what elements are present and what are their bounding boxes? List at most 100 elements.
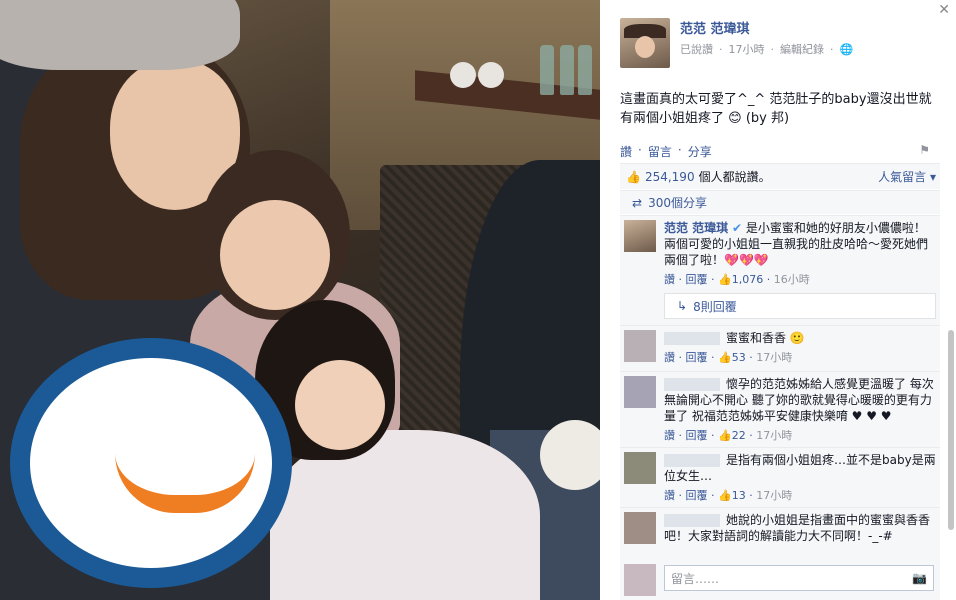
comment-like-button[interactable]: 讚 [664, 351, 675, 364]
comment-reply-button[interactable]: 回覆 [686, 273, 708, 286]
photo-cup [450, 62, 476, 88]
thumbs-up-icon: 👍 [718, 429, 732, 442]
action-sep: · [638, 143, 642, 157]
commenter-name-blurred[interactable] [664, 454, 720, 467]
commenter-avatar[interactable] [624, 376, 656, 408]
comment-reply-button[interactable]: 回覆 [686, 489, 708, 502]
flag-icon[interactable]: ⚑ [919, 143, 930, 157]
smiley-cover-sticker [10, 338, 292, 588]
commenter-name-blurred[interactable] [664, 378, 720, 391]
post-photo[interactable] [0, 0, 600, 600]
comment-item: 懷孕的范范姊姊給人感覺更溫暖了 每次無論開心不開心 聽了妳的歌就覺得心暖暖的更有… [620, 371, 940, 447]
photo-hat [0, 0, 240, 70]
photo-child1-face [220, 200, 330, 310]
comment-text: 蜜蜜和香香 🙂 [726, 331, 805, 345]
comment-body: 她說的小姐姐是指畫面中的蜜蜜與香香吧！大家對語詞的解讀能力大不同啊！-_-# [664, 512, 936, 544]
commenter-avatar[interactable] [624, 452, 656, 484]
likes-count[interactable]: 254,190 [645, 170, 695, 184]
commenter-name[interactable]: 范范 范瑋琪 [664, 221, 728, 235]
photo-bottle [560, 45, 574, 95]
comment-reply-button[interactable]: 回覆 [686, 351, 708, 364]
comment-composer: 留言…… 📷 [620, 560, 940, 600]
comment-likes-count[interactable]: 13 [732, 489, 746, 502]
comment-like-button[interactable]: 讚 [664, 429, 675, 442]
like-button[interactable]: 讚 [620, 143, 632, 160]
thumbs-up-icon: 👍 [718, 489, 732, 502]
comment-meta: 讚 · 回覆 · 👍22 · 17小時 [664, 429, 793, 442]
comment-body: 是指有兩個小姐姐疼…並不是baby是兩位女生… [664, 452, 936, 484]
comment-input-placeholder: 留言…… [671, 571, 720, 586]
post-time[interactable]: 17小時 [729, 43, 765, 56]
comment-button[interactable]: 留言 [648, 143, 672, 160]
post-text: 這畫面真的太可愛了^_^ 范范肚子的baby還沒出世就有兩個小姐姐疼了 😊 (b… [620, 92, 932, 126]
commenter-name-blurred[interactable] [664, 332, 720, 345]
comment-item: 她說的小姐姐是指畫面中的蜜蜜與香香吧！大家對語詞的解讀能力大不同啊！-_-# [620, 507, 940, 553]
meta-sep: · [830, 43, 834, 56]
action-sep: · [677, 143, 682, 157]
comment-meta: 讚 · 回覆 · 👍53 · 17小時 [664, 351, 793, 364]
commenter-name-blurred[interactable] [664, 514, 720, 527]
shares-count[interactable]: 300個分享 [648, 194, 707, 211]
reply-icon: ↳ [677, 299, 688, 313]
comment-body: 范范 范瑋琪 ✔ 是小蜜蜜和她的好朋友小儂儂啦！兩個可愛的小姐姐一直親我的肚皮哈… [664, 220, 936, 268]
photo-child2-face [295, 360, 385, 450]
likes-suffix: 個人都說讚。 [698, 170, 771, 184]
post-header: 范范 范瑋琪 已說讚 · 17小時 · 編輯紀錄 · 🌐 [620, 18, 859, 68]
comment-sort-label: 人氣留言 [878, 170, 927, 184]
post-meta: 已說讚 · 17小時 · 編輯紀錄 · 🌐 [680, 41, 859, 57]
comment-item: 范范 范瑋琪 ✔ 是小蜜蜜和她的好朋友小儂儂啦！兩個可愛的小姐姐一直親我的肚皮哈… [620, 215, 940, 325]
view-replies-button[interactable]: ↳ 8則回覆 [664, 293, 936, 319]
comment-input[interactable]: 留言…… 📷 [664, 565, 934, 591]
comment-likes-count[interactable]: 22 [732, 429, 746, 442]
replies-count: 8則回覆 [693, 299, 737, 314]
comment-body: 蜜蜜和香香 🙂 [664, 330, 936, 346]
edit-history-link[interactable]: 編輯紀錄 [780, 43, 824, 56]
photo-bottle [578, 45, 592, 95]
commenter-avatar[interactable] [624, 330, 656, 362]
commenter-avatar[interactable] [624, 512, 656, 544]
chevron-down-icon: ▾ [929, 170, 936, 184]
shares-summary[interactable]: ⇄ 300個分享 [620, 190, 940, 214]
comment-time[interactable]: 16小時 [774, 273, 810, 286]
liked-status: 已說讚 [680, 43, 713, 56]
author-name[interactable]: 范范 范瑋琪 [680, 18, 859, 37]
photo-bottle [540, 45, 554, 95]
post-header-text: 范范 范瑋琪 已說讚 · 17小時 · 編輯紀錄 · 🌐 [680, 18, 859, 68]
smiley-mouth [115, 453, 255, 513]
share-icon: ⇄ [632, 195, 643, 210]
comment-likes-count[interactable]: 1,076 [732, 273, 764, 286]
post-actions: 讚 · 留言 · 分享 ⚑ [620, 143, 936, 160]
comment-item: 蜜蜜和香香 🙂 讚 · 回覆 · 👍53 · 17小時 [620, 325, 940, 371]
comment-time[interactable]: 17小時 [756, 489, 792, 502]
share-button[interactable]: 分享 [688, 143, 712, 160]
thumbs-up-icon: 👍 [626, 169, 641, 184]
globe-icon[interactable]: 🌐 [840, 43, 854, 56]
comment-item: 是指有兩個小姐姐疼…並不是baby是兩位女生… 讚 · 回覆 · 👍13 · 1… [620, 447, 940, 507]
close-icon[interactable]: ✕ [938, 2, 950, 18]
thumbs-up-icon: 👍 [718, 351, 732, 364]
comment-reply-button[interactable]: 回覆 [686, 429, 708, 442]
camera-icon[interactable]: 📷 [912, 571, 927, 585]
photo-cup [478, 62, 504, 88]
photo-child1 [200, 150, 350, 320]
comment-sort-dropdown[interactable]: 人氣留言 ▾ [878, 168, 936, 185]
comment-like-button[interactable]: 讚 [664, 489, 675, 502]
comment-time[interactable]: 17小時 [756, 351, 792, 364]
comment-list: 范范 范瑋琪 ✔ 是小蜜蜜和她的好朋友小儂儂啦！兩個可愛的小姐姐一直親我的肚皮哈… [620, 215, 940, 560]
my-avatar [624, 564, 656, 596]
comment-likes-count[interactable]: 53 [732, 351, 746, 364]
meta-sep: · [770, 43, 775, 56]
author-avatar[interactable] [620, 18, 670, 68]
post-panel: ✕ 范范 范瑋琪 已說讚 · 17小時 · 編輯紀錄 · 🌐 這畫面真的太可愛了^_^ 范范… [600, 0, 956, 600]
comment-meta: 讚 · 回覆 · 👍1,076 · 16小時 [664, 273, 810, 286]
meta-sep: · [719, 43, 723, 56]
commenter-avatar[interactable] [624, 220, 656, 252]
verified-icon: ✔ [732, 221, 743, 235]
scrollbar[interactable] [948, 330, 954, 530]
comment-meta: 讚 · 回覆 · 👍13 · 17小時 [664, 489, 793, 502]
comment-body: 懷孕的范范姊姊給人感覺更溫暖了 每次無論開心不開心 聽了妳的歌就覺得心暖暖的更有… [664, 376, 936, 424]
comment-like-button[interactable]: 讚 [664, 273, 675, 286]
thumbs-up-icon: 👍 [718, 273, 732, 286]
likes-summary: 👍 254,190 個人都說讚。 人氣留言 ▾ [620, 163, 940, 189]
comment-time[interactable]: 17小時 [756, 429, 792, 442]
